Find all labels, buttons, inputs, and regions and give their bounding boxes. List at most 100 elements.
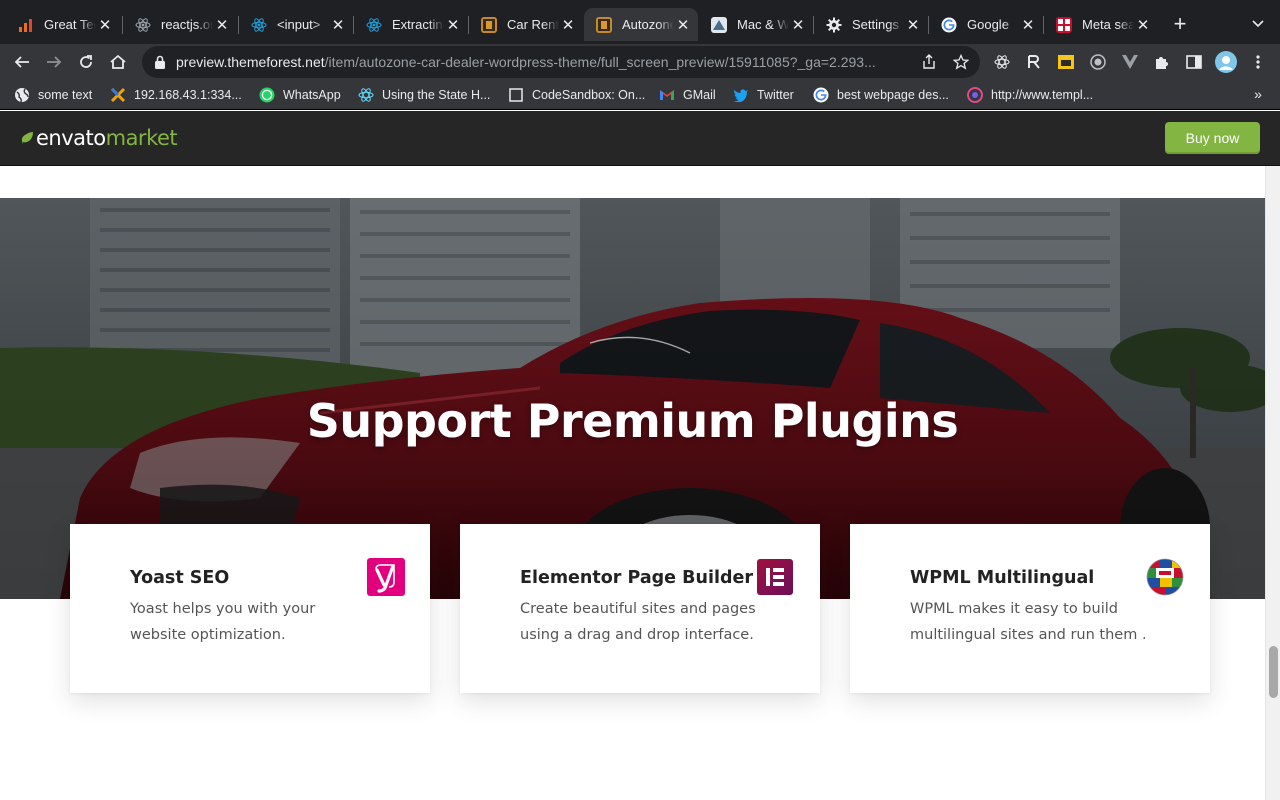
url-path: /item/autozone-car-dealer-wordpress-them… (324, 54, 876, 70)
plugin-card-description: Yoast helps you with your website optimi… (130, 601, 316, 643)
close-icon[interactable]: ✕ (96, 16, 114, 34)
close-icon[interactable]: ✕ (674, 16, 692, 34)
close-icon[interactable]: ✕ (329, 16, 347, 34)
whatsapp-icon (259, 87, 275, 103)
bookmark-templates[interactable]: http://www.templ... (967, 85, 1093, 105)
close-icon[interactable]: ✕ (789, 16, 807, 34)
react-favicon-icon (366, 17, 382, 33)
bookmark-codesandbox[interactable]: CodeSandbox: On... (508, 85, 645, 105)
tab-google[interactable]: Google ✕ (929, 8, 1043, 41)
envato-leaf-icon (21, 132, 33, 144)
bookmark-best-webpage[interactable]: best webpage des... (813, 85, 949, 105)
tab-title: Autozone (622, 17, 674, 32)
gmail-icon (659, 87, 675, 103)
bookmark-local-ip[interactable]: 192.168.43.1:334... (110, 85, 242, 105)
chart-favicon-icon (18, 17, 34, 33)
share-icon[interactable] (920, 53, 938, 71)
bookmark-gmail[interactable]: GMail (659, 85, 716, 105)
wpml-flags-icon (1146, 558, 1184, 596)
react-favicon-icon (135, 17, 151, 33)
tab-mac-windows[interactable]: Mac & Windows ✕ (699, 8, 813, 41)
plugin-card-title: Yoast SEO (130, 568, 230, 588)
tab-settings[interactable]: Settings ✕ (814, 8, 928, 41)
profile-avatar[interactable] (1214, 50, 1238, 74)
home-icon[interactable] (106, 50, 130, 74)
bookmark-state-hook[interactable]: Using the State H... (358, 85, 490, 105)
bookmark-twitter[interactable]: Twitter (733, 85, 794, 105)
tab-extracting[interactable]: Extracting ✕ (354, 8, 468, 41)
lock-icon[interactable] (152, 54, 168, 70)
target-extension-icon[interactable] (1088, 52, 1108, 72)
plugin-card-description: Create beautiful sites and pages using a… (520, 601, 756, 643)
codesandbox-icon (508, 87, 524, 103)
notes-extension-icon[interactable] (1056, 52, 1076, 72)
tab-meta-search[interactable]: Meta search ✕ (1044, 8, 1158, 41)
tab-title: Settings (852, 17, 899, 32)
autozone-favicon-icon (481, 16, 497, 33)
close-icon[interactable]: ✕ (213, 16, 231, 34)
address-bar[interactable]: preview.themeforest.net/item/autozone-ca… (142, 46, 980, 78)
redux-extension-icon[interactable] (1024, 52, 1044, 72)
side-panel-icon[interactable] (1184, 52, 1204, 72)
url-host: preview.themeforest.net (176, 54, 325, 70)
logo-word-market: market (105, 126, 178, 150)
plugin-card-description: WPML makes it easy to build multilingual… (910, 601, 1147, 643)
plugin-card-wpml: WPML Multilingual WPML makes it easy to … (850, 524, 1210, 693)
browser-menu-icon[interactable] (1248, 52, 1268, 72)
bookmark-some-text[interactable]: some text (14, 85, 92, 105)
extensions-puzzle-icon[interactable] (1152, 52, 1172, 72)
tab-great-tech[interactable]: Great Tech ✕ (6, 8, 120, 41)
bookmark-label: some text (38, 88, 93, 102)
theme-preview-page: Support Premium Plugins Yoast SEO Yoast … (0, 166, 1265, 800)
forward-arrow-icon[interactable] (42, 50, 66, 74)
tab-title: <input> (277, 17, 321, 32)
tab-search-chevron-icon[interactable] (1248, 14, 1268, 34)
tab-title: Car Rental (507, 17, 559, 32)
tab-reactjs[interactable]: reactjs.org ✕ (123, 8, 237, 41)
logo-word-envato: envato (36, 126, 106, 150)
tab-car-rental[interactable]: Car Rental ✕ (469, 8, 583, 41)
tab-title: Google (967, 17, 1009, 32)
url-text: preview.themeforest.net/item/autozone-ca… (176, 54, 901, 70)
reload-icon[interactable] (74, 50, 98, 74)
hero-title: Support Premium Plugins (306, 394, 959, 448)
bookmark-label: Twitter (757, 88, 794, 102)
plugin-card-elementor: Elementor Page Builder Create beautiful … (460, 524, 820, 693)
x-favicon-icon (110, 87, 126, 103)
bookmark-whatsapp[interactable]: WhatsApp (259, 85, 341, 105)
envato-market-bar: envato market Buy now (0, 111, 1280, 166)
close-icon[interactable]: ✕ (1019, 16, 1037, 34)
autozone-favicon-icon (596, 16, 612, 33)
page-scrollbar[interactable] (1265, 166, 1280, 800)
bookmark-star-icon[interactable] (952, 53, 970, 71)
plugin-card-title: Elementor Page Builder (520, 568, 753, 588)
close-icon[interactable]: ✕ (1134, 16, 1152, 34)
plugin-card-title: WPML Multilingual (910, 568, 1095, 588)
close-icon[interactable]: ✕ (559, 16, 577, 34)
tab-title: Great Tech (44, 17, 96, 32)
google-favicon-icon (941, 17, 957, 33)
plugin-card-yoast: Yoast SEO Yoast helps you with your webs… (70, 524, 430, 693)
bookmark-label: 192.168.43.1:334... (134, 88, 242, 102)
tab-title: Mac & Windows (737, 17, 789, 32)
tab-strip: Great Tech ✕ reactjs.org ✕ <input> ✕ Ext… (0, 0, 1280, 44)
twitter-icon (733, 87, 749, 103)
tab-input[interactable]: <input> ✕ (239, 8, 353, 41)
close-icon[interactable]: ✕ (904, 16, 922, 34)
google-favicon-icon (813, 87, 829, 103)
scrollbar-thumb[interactable] (1269, 646, 1278, 698)
tab-autozone[interactable]: Autozone ✕ (584, 8, 698, 41)
bookmark-label: best webpage des... (837, 88, 949, 102)
bookmarks-overflow-button[interactable]: » (1248, 84, 1268, 104)
close-icon[interactable]: ✕ (444, 16, 462, 34)
envato-market-logo[interactable]: envato market (20, 125, 178, 151)
dribbble-icon (967, 87, 983, 103)
bookmark-label: http://www.templ... (991, 88, 1094, 102)
react-devtools-icon[interactable] (992, 52, 1012, 72)
back-arrow-icon[interactable] (10, 50, 34, 74)
new-tab-button[interactable]: + (1168, 11, 1192, 36)
gear-icon (826, 17, 842, 33)
bookmark-label: Using the State H... (382, 88, 491, 102)
buy-now-button[interactable]: Buy now (1165, 122, 1260, 154)
vue-devtools-icon[interactable] (1120, 52, 1140, 72)
